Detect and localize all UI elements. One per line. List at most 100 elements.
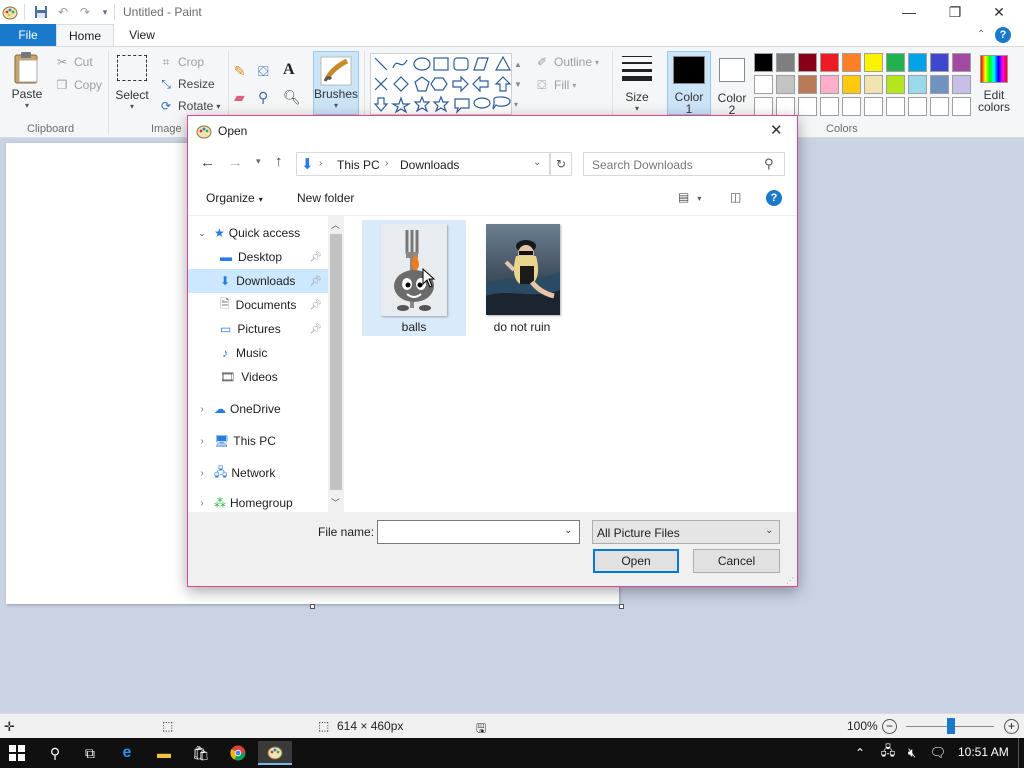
nav-network[interactable]: › 🖧 Network xyxy=(188,461,328,485)
copy-button[interactable]: ❐ Copy xyxy=(54,75,102,95)
zoom-in-button[interactable]: + xyxy=(1004,719,1019,734)
color-swatch[interactable] xyxy=(886,75,905,94)
cancel-button[interactable]: Cancel xyxy=(693,549,780,573)
fill-bucket-icon[interactable]: ⛋ xyxy=(258,63,276,81)
redo-icon[interactable]: ↷ xyxy=(77,4,93,20)
color-swatch[interactable] xyxy=(842,97,861,116)
color-swatch[interactable] xyxy=(820,97,839,116)
color-swatch[interactable] xyxy=(798,53,817,72)
magnifier-icon[interactable]: 🔍︎ xyxy=(283,89,301,107)
zoom-out-button[interactable]: − xyxy=(882,719,897,734)
clock[interactable]: 10:51 AM xyxy=(958,745,1009,759)
new-folder-button[interactable]: New folder xyxy=(297,191,354,205)
recent-locations-icon[interactable]: ▾ xyxy=(256,156,261,167)
minimize-button[interactable]: — xyxy=(886,0,932,24)
scroll-down-icon[interactable]: ﹀ xyxy=(331,496,340,509)
resize-grip-icon[interactable]: ⋰ xyxy=(786,576,794,585)
nav-this-pc[interactable]: › 🖥︎ This PC xyxy=(188,429,328,453)
customize-toolbar-icon[interactable]: ▾ xyxy=(97,4,113,20)
color-swatch[interactable] xyxy=(820,53,839,72)
close-button[interactable]: ✕ xyxy=(976,0,1022,24)
paste-button[interactable]: Paste ▾ xyxy=(6,51,48,110)
color-swatch[interactable] xyxy=(886,53,905,72)
chrome-icon[interactable] xyxy=(221,741,255,765)
dialog-help-icon[interactable]: ? xyxy=(766,190,782,206)
forward-arrow-icon[interactable]: → xyxy=(228,154,243,171)
color-swatch[interactable] xyxy=(952,97,971,116)
color-swatch[interactable] xyxy=(952,53,971,72)
text-tool-icon[interactable]: A xyxy=(283,61,301,79)
nav-desktop[interactable]: ▬ Desktop 📌︎ xyxy=(188,245,328,269)
breadcrumb-this-pc[interactable]: This PC xyxy=(337,158,380,172)
search-box[interactable]: Search Downloads ⚲ xyxy=(583,152,785,176)
color-swatch[interactable] xyxy=(908,75,927,94)
file-item-do-not-ruin[interactable]: do not ruin xyxy=(470,220,574,336)
color-swatch[interactable] xyxy=(886,97,905,116)
search-taskbar-icon[interactable]: ⚲ xyxy=(38,741,72,765)
nav-onedrive[interactable]: › ☁ OneDrive xyxy=(188,397,328,421)
pencil-icon[interactable]: ✎ xyxy=(234,63,252,81)
nav-pictures[interactable]: ▭ Pictures 📌︎ xyxy=(188,317,328,341)
back-arrow-icon[interactable]: ← xyxy=(200,154,215,171)
color-swatch[interactable] xyxy=(842,75,861,94)
file-name-input[interactable]: ⌄ xyxy=(377,520,580,544)
color-swatch[interactable] xyxy=(864,75,883,94)
expand-chevron-icon[interactable]: › xyxy=(194,404,210,415)
color-swatch[interactable] xyxy=(908,53,927,72)
expand-chevron-icon[interactable]: › xyxy=(194,436,210,447)
shapes-gallery[interactable] xyxy=(370,53,512,115)
color-swatch[interactable] xyxy=(842,53,861,72)
tab-view[interactable]: View xyxy=(114,24,170,46)
brushes-button[interactable]: Brushes ▾ xyxy=(313,51,359,115)
scroll-thumb[interactable] xyxy=(330,234,342,490)
collapse-ribbon-icon[interactable]: ⌃ xyxy=(977,29,985,40)
color-picker-icon[interactable]: ⚲ xyxy=(258,89,276,107)
file-name-dropdown-icon[interactable]: ⌄ xyxy=(564,525,572,536)
color-swatch[interactable] xyxy=(754,75,773,94)
open-button[interactable]: Open xyxy=(593,549,679,573)
file-explorer-icon[interactable]: ▬ xyxy=(147,741,181,765)
edge-icon[interactable]: e xyxy=(110,741,144,765)
nav-videos[interactable]: 🎞︎ Videos xyxy=(188,365,328,389)
nav-homegroup[interactable]: › ⁂ Homegroup xyxy=(188,493,328,513)
color2-button[interactable]: Color 2 xyxy=(713,51,751,116)
expand-chevron-icon[interactable]: › xyxy=(194,468,210,479)
crop-button[interactable]: ⌗ Crop xyxy=(158,52,204,72)
size-button[interactable]: Size ▾ xyxy=(617,53,657,113)
color-swatch[interactable] xyxy=(754,97,773,116)
organize-button[interactable]: Organize ▾ xyxy=(206,191,263,205)
color-swatch[interactable] xyxy=(930,53,949,72)
canvas-resize-handle-bottom[interactable] xyxy=(310,604,315,609)
file-type-select[interactable]: All Picture Files ⌄ xyxy=(592,520,780,544)
color-swatch[interactable] xyxy=(820,75,839,94)
file-item-balls[interactable]: balls xyxy=(362,220,466,336)
edit-colors-button[interactable]: Edit colors xyxy=(974,55,1014,113)
tab-file[interactable]: File xyxy=(0,24,56,46)
cut-button[interactable]: ✂ Cut xyxy=(54,52,93,72)
fill-button[interactable]: ⛋ Fill ▾ xyxy=(534,75,576,95)
nav-documents[interactable]: 🗎 Documents 📌︎ xyxy=(188,293,328,317)
color1-button[interactable]: Color 1 xyxy=(667,51,711,115)
color-swatch[interactable] xyxy=(776,53,795,72)
color-swatch[interactable] xyxy=(776,97,795,116)
undo-icon[interactable]: ↶ xyxy=(55,4,71,20)
task-view-icon[interactable]: ⧉ xyxy=(73,741,107,765)
shapes-scroll[interactable]: ▲ ▼ ▾ xyxy=(514,55,522,115)
tab-home[interactable]: Home xyxy=(56,24,114,46)
network-icon[interactable]: 🖧 xyxy=(876,741,900,765)
preview-pane-icon[interactable]: ◫ xyxy=(730,190,741,204)
nav-scrollbar[interactable]: ︿ ﹀ xyxy=(328,216,344,512)
outline-button[interactable]: ✐ Outline ▾ xyxy=(534,52,599,72)
action-center-icon[interactable]: 🗨︎ xyxy=(926,741,950,765)
color-swatch[interactable] xyxy=(864,97,883,116)
change-view-icon[interactable]: ▤ ▾ xyxy=(678,190,701,204)
color-swatch[interactable] xyxy=(908,97,927,116)
nav-music[interactable]: ♪ Music xyxy=(188,341,328,365)
expand-chevron-icon[interactable]: › xyxy=(194,498,210,509)
nav-quick-access[interactable]: ⌄ ★ Quick access xyxy=(188,221,328,245)
zoom-slider-thumb[interactable] xyxy=(947,718,955,734)
resize-button[interactable]: ⤡ Resize xyxy=(158,74,215,94)
eraser-icon[interactable]: ▰ xyxy=(234,89,252,107)
color-swatch[interactable] xyxy=(798,75,817,94)
color-swatch[interactable] xyxy=(864,53,883,72)
